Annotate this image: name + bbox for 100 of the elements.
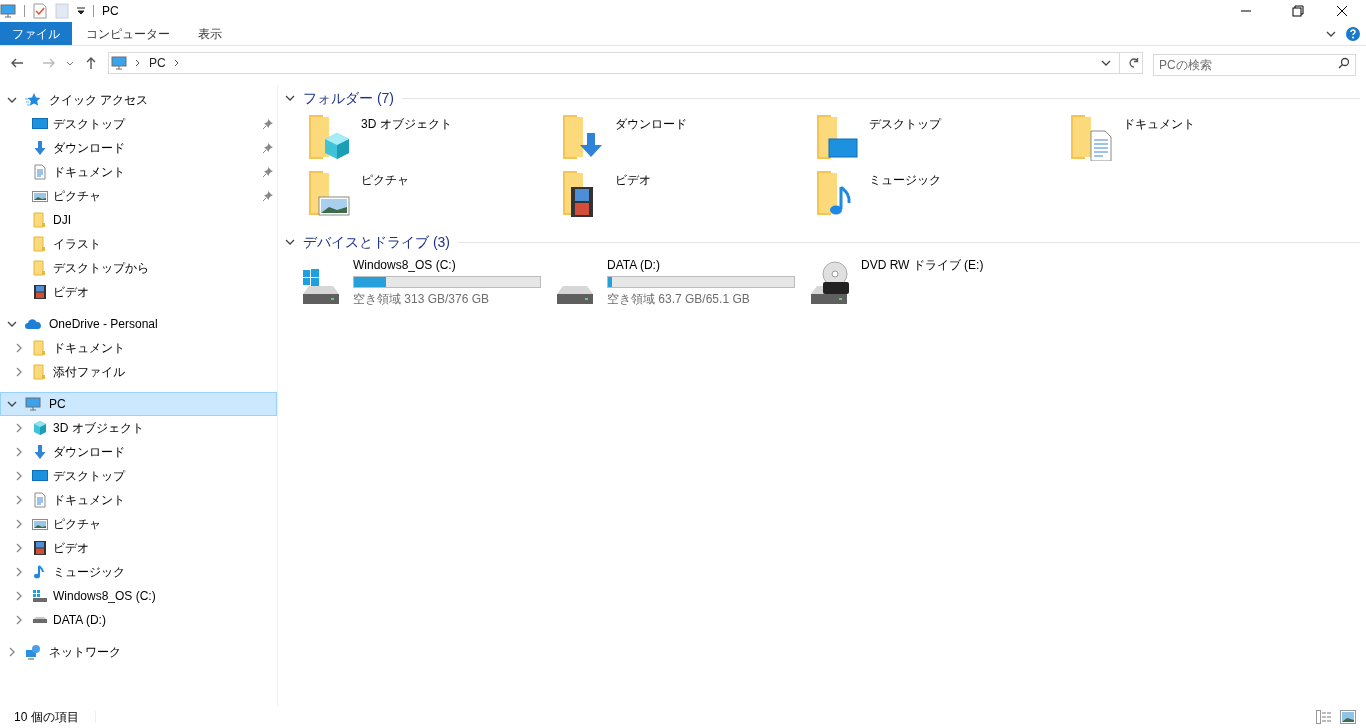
- expand-chevron-icon[interactable]: [14, 543, 24, 553]
- navigation-item[interactable]: 3D オブジェクト: [0, 416, 277, 440]
- refresh-icon[interactable]: [1128, 57, 1140, 69]
- close-icon[interactable]: [1336, 5, 1348, 17]
- collapse-chevron-icon[interactable]: [7, 399, 17, 409]
- download-icon: [32, 140, 48, 156]
- navigation-item[interactable]: PC: [0, 392, 277, 416]
- collapse-chevron-icon[interactable]: [285, 93, 295, 103]
- navigation-label: 添付ファイル: [53, 364, 126, 381]
- back-arrow-icon[interactable]: [10, 56, 24, 70]
- free-space: 空き領域 63.7 GB/65.1 GB: [607, 291, 751, 308]
- folder-tile[interactable]: ビデオ: [557, 169, 811, 225]
- search-field[interactable]: PCの検索: [1153, 54, 1356, 76]
- expand-chevron-icon[interactable]: [7, 647, 17, 657]
- navigation-item[interactable]: デスクトップ: [0, 112, 277, 136]
- ribbon-tab[interactable]: ファイル: [0, 22, 72, 45]
- navigation-item[interactable]: ドキュメント: [0, 488, 277, 512]
- navigation-label: ダウンロード: [53, 140, 126, 157]
- folder-icon: [32, 260, 48, 276]
- folder-tile[interactable]: ピクチャ: [303, 169, 557, 225]
- navigation-item[interactable]: DATA (D:): [0, 608, 277, 632]
- collapse-chevron-icon[interactable]: [7, 95, 17, 105]
- navigation-label: ドキュメント: [53, 492, 126, 509]
- large-icons-view-icon[interactable]: [1340, 710, 1356, 724]
- navigation-item[interactable]: ピクチャ: [0, 184, 277, 208]
- navigation-label: デスクトップから: [53, 260, 150, 277]
- navigation-item[interactable]: ネットワーク: [0, 640, 277, 664]
- recent-dropdown-icon[interactable]: [66, 59, 74, 67]
- expand-chevron-icon[interactable]: [14, 447, 24, 457]
- drive-tile[interactable]: DATA (D:) 空き領域 63.7 GB/65.1 GB: [551, 256, 805, 308]
- drive-name: DVD RW ドライブ (E:): [861, 257, 984, 274]
- navigation-label: ドキュメント: [53, 164, 126, 181]
- computer-icon: [0, 3, 16, 19]
- expand-chevron-icon[interactable]: [14, 591, 24, 601]
- properties-icon[interactable]: [33, 3, 47, 19]
- expand-chevron-icon[interactable]: [14, 423, 24, 433]
- help-icon[interactable]: [1346, 26, 1360, 41]
- folder-tile[interactable]: 3D オブジェクト: [303, 113, 557, 169]
- navigation-item[interactable]: 添付ファイル: [0, 360, 277, 384]
- address-dropdown-icon[interactable]: [1101, 59, 1111, 67]
- folder-tile[interactable]: デスクトップ: [811, 113, 1065, 169]
- search-icon[interactable]: [1338, 57, 1350, 69]
- restore-icon[interactable]: [1292, 5, 1304, 17]
- desktop-icon: [32, 468, 48, 484]
- folder-tile[interactable]: ミュージック: [811, 169, 1065, 225]
- navigation-item[interactable]: Windows8_OS (C:): [0, 584, 277, 608]
- breadcrumb-chevron-icon[interactable]: [135, 59, 141, 67]
- document-icon: [32, 492, 48, 508]
- navigation-label: DJI: [53, 212, 72, 229]
- navigation-item[interactable]: ダウンロード: [0, 136, 277, 160]
- folder-name: ドキュメント: [1123, 116, 1195, 133]
- cube-icon: [32, 420, 48, 436]
- navigation-item[interactable]: ミュージック: [0, 560, 277, 584]
- expand-chevron-icon[interactable]: [14, 495, 24, 505]
- drive-tile[interactable]: Windows8_OS (C:) 空き領域 313 GB/376 GB: [297, 256, 551, 308]
- collapse-chevron-icon[interactable]: [285, 237, 295, 247]
- navigation-item[interactable]: ドキュメント: [0, 160, 277, 184]
- navigation-item[interactable]: DJI: [0, 208, 277, 232]
- breadcrumb-chevron-icon[interactable]: [173, 59, 180, 67]
- ribbon-tab[interactable]: 表示: [184, 22, 236, 45]
- ribbon-tab[interactable]: コンピューター: [72, 22, 184, 45]
- navigation-label: クイック アクセス: [49, 92, 149, 109]
- address-bar[interactable]: PC: [108, 52, 1143, 74]
- up-arrow-icon[interactable]: [84, 56, 98, 70]
- navigation-item[interactable]: デスクトップ: [0, 464, 277, 488]
- desktop-icon: [32, 116, 48, 132]
- folder-tile[interactable]: ドキュメント: [1065, 113, 1319, 169]
- folder-name: ビデオ: [615, 172, 651, 189]
- document-icon: [32, 164, 48, 180]
- drive-name: Windows8_OS (C:): [353, 257, 457, 274]
- expand-chevron-icon[interactable]: [14, 343, 24, 353]
- folder-tile[interactable]: ダウンロード: [557, 113, 811, 169]
- navigation-item[interactable]: ドキュメント: [0, 336, 277, 360]
- details-view-icon[interactable]: [1316, 710, 1332, 724]
- expand-chevron-icon[interactable]: [14, 367, 24, 377]
- navigation-item[interactable]: クイック アクセス: [0, 88, 277, 112]
- folder-name: デスクトップ: [869, 116, 941, 133]
- expand-chevron-icon[interactable]: [14, 519, 24, 529]
- navigation-label: ダウンロード: [53, 444, 126, 461]
- network-icon: [25, 644, 41, 660]
- drive-tile[interactable]: DVD RW ドライブ (E:): [805, 256, 1059, 308]
- group-heading: フォルダー (7): [303, 88, 394, 108]
- navigation-item[interactable]: ピクチャ: [0, 512, 277, 536]
- expand-chevron-icon[interactable]: [14, 567, 24, 577]
- collapse-chevron-icon[interactable]: [7, 319, 17, 329]
- navigation-item[interactable]: デスクトップから: [0, 256, 277, 280]
- expand-chevron-icon[interactable]: [14, 615, 24, 625]
- navigation-item[interactable]: ビデオ: [0, 280, 277, 304]
- folder-icon: [32, 236, 48, 252]
- expand-chevron-icon[interactable]: [14, 471, 24, 481]
- dropdown-icon[interactable]: [77, 7, 85, 15]
- cloud-icon: [25, 316, 41, 332]
- folder-icon: [32, 364, 48, 380]
- navigation-item[interactable]: ダウンロード: [0, 440, 277, 464]
- breadcrumb[interactable]: PC: [149, 54, 166, 72]
- navigation-label: ネットワーク: [49, 644, 121, 661]
- navigation-item[interactable]: OneDrive - Personal: [0, 312, 277, 336]
- navigation-item[interactable]: ビデオ: [0, 536, 277, 560]
- navigation-item[interactable]: イラスト: [0, 232, 277, 256]
- navigation-label: 3D オブジェクト: [53, 420, 145, 437]
